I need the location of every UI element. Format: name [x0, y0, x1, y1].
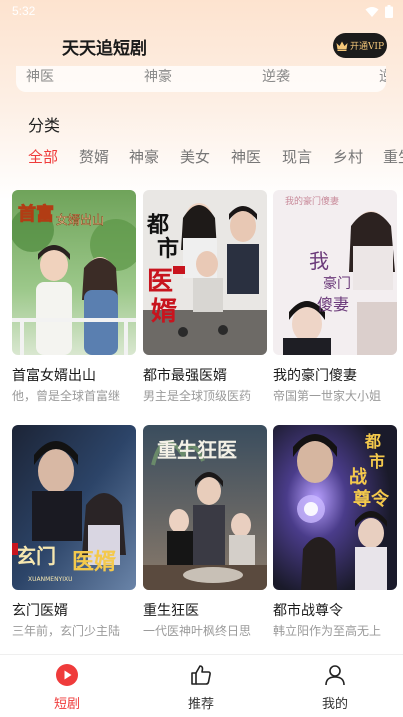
svg-text:我的豪门傻妻: 我的豪门傻妻: [285, 195, 339, 207]
category-tab[interactable]: 乡村: [333, 146, 363, 167]
hot-tag[interactable]: 神医: [26, 66, 54, 86]
drama-title[interactable]: 重生狂医: [143, 600, 273, 620]
drama-poster[interactable]: 都 市 战 尊令: [273, 425, 397, 590]
svg-text:市: 市: [157, 236, 179, 262]
category-section-title: 分类: [28, 116, 61, 135]
category-tabs: 全部 赘婿 神豪 美女 神医 现言 乡村 重生: [0, 144, 403, 174]
drama-description: 韩立阳作为至高无上: [273, 624, 382, 638]
svg-text:首富: 首富: [18, 203, 54, 225]
hot-tag[interactable]: 逆: [379, 66, 386, 86]
tab-mine[interactable]: 我的: [300, 663, 370, 715]
drama-title[interactable]: 都市最强医婿: [143, 365, 273, 385]
category-tab[interactable]: 重生: [383, 146, 403, 167]
app-header: 天天追短剧 开通VIP: [0, 30, 403, 64]
battery-icon: [385, 5, 393, 18]
svg-text:我: 我: [309, 249, 329, 273]
category-tab[interactable]: 神医: [231, 146, 261, 167]
drama-poster[interactable]: 都 市 医 婿: [143, 190, 267, 355]
svg-text:豪门: 豪门: [323, 276, 351, 292]
drama-description: 男主是全球顶级医药: [143, 389, 252, 403]
svg-text:医: 医: [147, 267, 173, 297]
app-title: 天天追短剧: [62, 39, 147, 59]
category-tab[interactable]: 赘婿: [79, 146, 109, 167]
vip-button[interactable]: 开通VIP: [333, 33, 387, 58]
svg-text:医婿: 医婿: [72, 549, 116, 575]
status-icons: [365, 5, 393, 18]
svg-text:重生狂医: 重生狂医: [157, 438, 237, 462]
tab-short-drama[interactable]: 短剧: [32, 663, 102, 715]
svg-text:都: 都: [364, 432, 381, 451]
svg-text:市: 市: [369, 452, 385, 471]
svg-text:傻妻: 傻妻: [317, 295, 349, 314]
drama-poster[interactable]: 首富 女婿出山: [12, 190, 136, 355]
drama-title[interactable]: 都市战尊令: [273, 600, 403, 620]
drama-description: 一代医神叶枫终日思: [143, 624, 252, 638]
svg-text:都: 都: [146, 212, 169, 238]
drama-poster[interactable]: 我的豪门傻妻 我 豪门 傻妻: [273, 190, 397, 355]
hot-tags-strip: 神医 神豪 逆袭 逆: [16, 66, 386, 92]
drama-poster[interactable]: 玄门 医婿 XUANMENYIXU: [12, 425, 136, 590]
drama-description: 帝国第一世家大小姐: [273, 389, 382, 403]
status-time: 5:32: [12, 4, 36, 18]
wifi-icon: [365, 6, 379, 17]
tab-label: 我的: [321, 697, 348, 712]
svg-text:玄门: 玄门: [16, 544, 56, 568]
svg-text:女婿出山: 女婿出山: [56, 212, 104, 227]
hot-tag[interactable]: 逆袭: [262, 66, 290, 86]
tab-recommend[interactable]: 推荐: [166, 663, 236, 715]
thumbs-up-icon: [191, 665, 211, 685]
hot-tag[interactable]: 神豪: [144, 66, 172, 86]
svg-text:XUANMENYIXU: XUANMENYIXU: [28, 576, 73, 583]
svg-text:婿: 婿: [151, 297, 177, 327]
svg-text:战: 战: [349, 467, 367, 488]
drama-title[interactable]: 首富女婿出山: [12, 365, 142, 385]
category-tab[interactable]: 美女: [180, 146, 210, 167]
play-circle-icon: [56, 664, 78, 686]
category-tab[interactable]: 现言: [282, 146, 312, 167]
category-tab-all[interactable]: 全部: [28, 146, 58, 167]
svg-text:尊令: 尊令: [353, 488, 390, 510]
bottom-tab-bar: 短剧 推荐 我的: [0, 654, 403, 717]
user-icon: [325, 665, 345, 686]
drama-description: 他，曾是全球首富继: [12, 389, 121, 403]
tab-label: 短剧: [53, 697, 80, 712]
drama-title[interactable]: 我的豪门傻妻: [273, 365, 403, 385]
tab-label: 推荐: [187, 697, 214, 712]
vip-label: 开通VIP: [349, 42, 385, 52]
category-tab[interactable]: 神豪: [129, 146, 159, 167]
crown-icon: [336, 41, 348, 51]
status-bar: 5:32: [0, 0, 403, 24]
drama-description: 三年前，玄门少主陆: [12, 624, 121, 638]
drama-title[interactable]: 玄门医婿: [12, 600, 142, 620]
drama-poster[interactable]: 重生狂医: [143, 425, 267, 590]
